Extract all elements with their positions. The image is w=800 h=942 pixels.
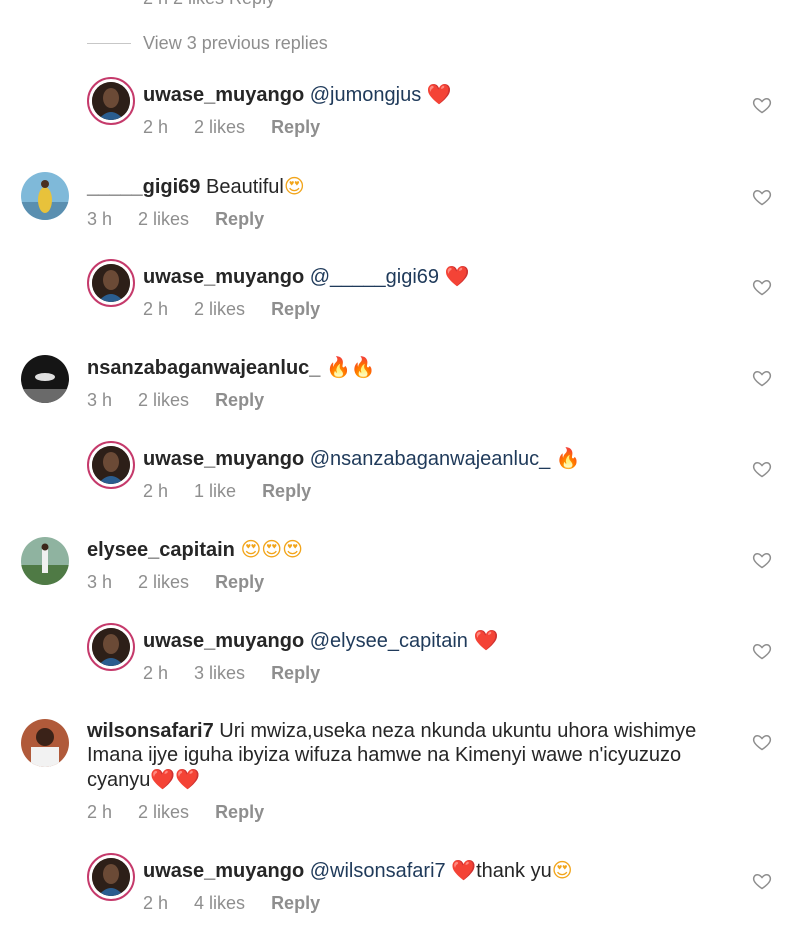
mention-link[interactable]: @nsanzabaganwajeanluc_ (310, 448, 550, 470)
reply-button[interactable]: Reply (271, 117, 320, 138)
avatar[interactable] (87, 77, 135, 125)
reply-button[interactable]: Reply (215, 209, 264, 230)
likes-count[interactable]: 2 likes (138, 572, 189, 593)
timestamp: 2 h (143, 117, 169, 137)
likes-count[interactable]: 3 likes (194, 663, 245, 684)
heart-outline-icon[interactable] (752, 732, 772, 752)
heart-outline-icon[interactable] (752, 641, 772, 661)
username[interactable]: wilsonsafari7 (87, 720, 214, 742)
previous-comment-meta-fragment: 2 h 2 likes Reply (143, 0, 275, 9)
timestamp: 2 h (143, 663, 169, 683)
likes-count[interactable]: 2 likes (138, 390, 189, 411)
username[interactable]: uwase_muyango (143, 448, 304, 470)
likes-count[interactable]: 2 likes (138, 802, 189, 823)
likes-count[interactable]: 2 likes (194, 299, 245, 320)
reply-button[interactable]: Reply (262, 481, 311, 502)
heart-outline-icon[interactable] (752, 871, 772, 891)
reply-button[interactable]: Reply (215, 802, 264, 823)
reply-button[interactable]: Reply (271, 663, 320, 684)
comment-emoji: 😍 (283, 174, 305, 198)
username[interactable]: elysee_capitain (87, 539, 235, 561)
reply-button[interactable]: Reply (271, 299, 320, 320)
reply-button[interactable]: Reply (215, 572, 264, 593)
heart-outline-icon[interactable] (752, 187, 772, 207)
username[interactable]: _____gigi69 (87, 176, 200, 198)
mention-link[interactable]: @wilsonsafari7 (310, 860, 446, 882)
avatar[interactable] (87, 853, 135, 901)
comment-emoji-heart: ❤️ (451, 858, 477, 882)
likes-count[interactable]: 4 likes (194, 893, 245, 914)
heart-outline-icon[interactable] (752, 277, 772, 297)
heart-outline-icon[interactable] (752, 368, 772, 388)
avatar[interactable] (21, 355, 69, 403)
likes-count[interactable]: 1 like (194, 481, 236, 502)
mention-link[interactable]: @jumongjus (310, 84, 421, 106)
timestamp: 2 h (143, 299, 169, 319)
comment-emoji: 😍😍😍 (240, 537, 303, 561)
mention-link[interactable]: @elysee_capitain (310, 630, 468, 652)
timestamp: 2 h (143, 481, 169, 501)
timestamp: 3 h (87, 390, 113, 410)
view-previous-replies[interactable]: View 3 previous replies (87, 30, 328, 56)
timestamp: 2 h (143, 893, 169, 913)
reply-button[interactable]: Reply (215, 390, 264, 411)
comment-emoji: ❤️ (444, 264, 470, 288)
avatar[interactable] (21, 172, 69, 220)
mention-link[interactable]: @_____gigi69 (310, 266, 439, 288)
avatar[interactable] (87, 441, 135, 489)
comment-emoji: ❤️❤️ (150, 767, 201, 791)
comment-text: thank yu (476, 860, 552, 882)
timestamp: 3 h (87, 209, 113, 229)
divider-line (87, 42, 131, 44)
comment-emoji: ❤️ (473, 628, 499, 652)
likes-count[interactable]: 2 likes (138, 209, 189, 230)
comment-emoji: ❤️ (426, 82, 452, 106)
likes-count[interactable]: 2 likes (194, 117, 245, 138)
comment-emoji: 🔥🔥 (325, 355, 376, 379)
reply-button[interactable]: Reply (271, 893, 320, 914)
view-previous-replies-label: View 3 previous replies (143, 32, 328, 53)
timestamp: 3 h (87, 572, 113, 592)
heart-outline-icon[interactable] (752, 459, 772, 479)
username[interactable]: nsanzabaganwajeanluc_ (87, 357, 320, 379)
avatar[interactable] (21, 537, 69, 585)
timestamp: 2 h (87, 802, 113, 822)
comment-emoji: 🔥 (555, 446, 581, 470)
comment-text: Beautiful (205, 176, 284, 198)
heart-outline-icon[interactable] (752, 550, 772, 570)
heart-outline-icon[interactable] (752, 95, 772, 115)
avatar[interactable] (87, 259, 135, 307)
username[interactable]: uwase_muyango (143, 860, 304, 882)
username[interactable]: uwase_muyango (143, 630, 304, 652)
username[interactable]: uwase_muyango (143, 266, 304, 288)
comment-emoji: 😍 (551, 858, 573, 882)
avatar[interactable] (87, 623, 135, 671)
username[interactable]: uwase_muyango (143, 84, 304, 106)
avatar[interactable] (21, 719, 69, 767)
